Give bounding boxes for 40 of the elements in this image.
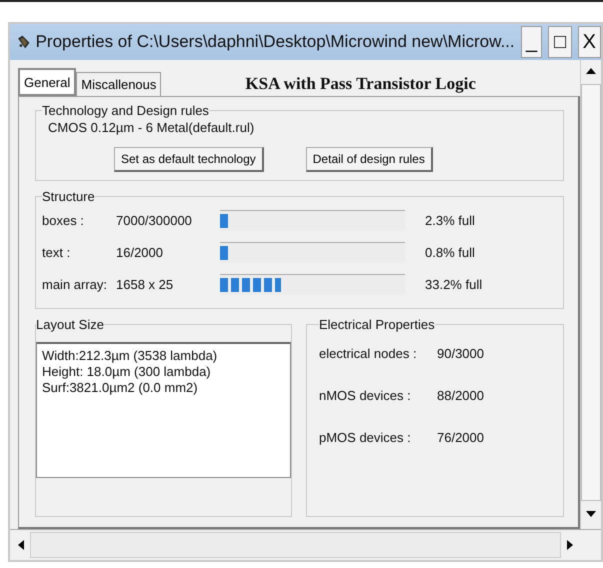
tab[interactable]: Miscallenous <box>76 72 162 96</box>
close-button[interactable]: X <box>578 26 601 58</box>
vertical-scrollbar[interactable] <box>580 60 601 529</box>
left-arrow-icon[interactable] <box>18 540 24 550</box>
text-line: Height: 18.0µm (300 lambda) <box>42 364 212 380</box>
minimize-button[interactable]: _ <box>520 26 542 58</box>
row-label: text : <box>42 244 72 260</box>
fill-reading: 33.2% full <box>425 276 482 292</box>
count-value: 7000/300000 <box>116 212 193 228</box>
row-label: nMOS devices : <box>319 388 412 402</box>
down-arrow-icon[interactable] <box>586 511 596 517</box>
count-value: 1658 x 25 <box>116 276 174 292</box>
tab[interactable]: General <box>18 68 76 96</box>
group-title: Electrical Properties <box>319 317 435 332</box>
push-button[interactable]: Set as default technology <box>114 147 264 172</box>
group-title: Structure <box>42 189 95 204</box>
scroll-thumb[interactable] <box>581 84 601 501</box>
fill-reading: 2.3% full <box>425 212 475 228</box>
count-value: 16/2000 <box>116 244 164 260</box>
count-value: 76/2000 <box>437 430 484 444</box>
technology-name: CMOS 0.12µm - 6 Metal(default.rul) <box>47 120 256 135</box>
row-label: pMOS devices : <box>319 430 412 444</box>
text-area[interactable]: Width:212.3µm (3538 lambda) Height: 18.0µm (300 lambda) Surf:3821.0µm2 (0.0 mm2) <box>36 342 291 478</box>
maximize-button[interactable]: □ <box>548 26 572 58</box>
count-value: 88/2000 <box>437 388 484 402</box>
up-arrow-icon[interactable] <box>586 68 596 74</box>
row-label: electrical nodes : <box>319 346 418 360</box>
right-arrow-icon[interactable] <box>567 540 573 550</box>
group-title: Layout Size <box>36 317 104 332</box>
group-title: Technology and Design rules <box>42 103 209 118</box>
text-line: Width:212.3µm (3538 lambda) <box>42 348 218 364</box>
text-line: Surf:3821.0µm2 (0.0 mm2) <box>42 380 199 396</box>
horizontal-scrollbar[interactable] <box>10 529 601 560</box>
window-title: Properties of C:\Users\daphni\Desktop\Microwind new\Microw... <box>36 32 515 52</box>
row-label: boxes : <box>42 212 85 228</box>
fill-reading: 0.8% full <box>425 244 475 260</box>
row-label: main array: <box>42 276 108 292</box>
push-button[interactable]: Detail of design rules <box>306 147 433 172</box>
count-value: 90/3000 <box>437 346 484 360</box>
design-heading: KSA with Pass Transistor Logic <box>245 74 476 94</box>
